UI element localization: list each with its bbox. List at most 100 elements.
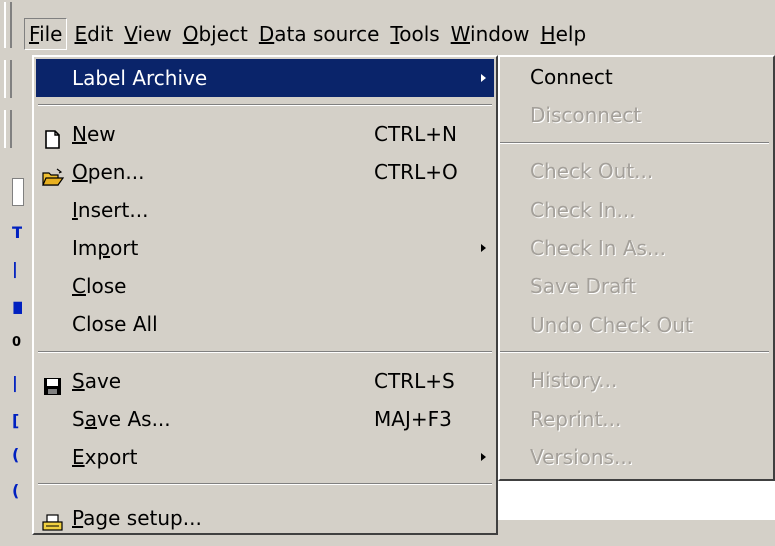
menu-item-label: Export — [72, 438, 137, 476]
mnemonic: T — [390, 22, 400, 46]
tool-icon[interactable]: | — [12, 372, 22, 394]
mnemonic: H — [540, 22, 556, 46]
shortcut-label: CTRL+N — [374, 122, 457, 146]
menu-window[interactable]: Window — [447, 19, 534, 49]
menu-tools[interactable]: Tools — [386, 19, 443, 49]
menu-help[interactable]: Help — [537, 19, 591, 49]
mnemonic: N — [72, 122, 87, 146]
submenu-item-undo-check-out: Undo Check Out — [530, 313, 693, 337]
submenu-item-save-draft: Save Draft — [530, 274, 636, 298]
save-disk-icon — [42, 371, 64, 395]
tool-icon[interactable] — [12, 178, 24, 206]
menu-label: ile — [39, 22, 63, 46]
menu-item-label: Save As... — [72, 400, 171, 438]
menu-item-import[interactable]: Import — [36, 229, 494, 267]
mnemonic: C — [72, 274, 86, 298]
mnemonic: F — [29, 22, 40, 46]
menu-separator — [38, 351, 492, 353]
submenu-item-connect[interactable]: Connect — [530, 59, 613, 95]
menu-item-page-setup[interactable]: Page setup... — [36, 499, 494, 537]
tool-icon[interactable]: ( — [12, 480, 22, 502]
label-text: pen... — [87, 160, 145, 184]
mnemonic: O — [72, 160, 88, 184]
menu-item-export[interactable]: Export — [36, 438, 494, 476]
menu-item-label: Save — [72, 362, 121, 400]
new-page-icon — [42, 124, 64, 149]
mnemonic: E — [74, 22, 88, 46]
tool-icon[interactable]: 0 — [12, 332, 22, 354]
document-canvas[interactable] — [498, 481, 775, 520]
mnemonic: D — [258, 22, 275, 46]
menu-item-label: Page setup... — [72, 499, 202, 537]
mnemonic: O — [182, 22, 199, 46]
page-setup-icon — [42, 508, 64, 531]
mnemonic: S — [72, 369, 85, 393]
shortcut-label: MAJ+F3 — [374, 407, 452, 431]
menu-item-label: Close All — [72, 312, 158, 336]
tool-icon[interactable]: T — [12, 222, 22, 244]
submenu-item-disconnect: Disconnect — [530, 103, 642, 127]
submenu-item-reprint: Reprint... — [530, 407, 622, 431]
menu-item-label: Insert... — [72, 191, 148, 229]
left-toolbar-strip: T | ■ 0 | [ ( ( — [0, 0, 36, 520]
menu-item-open[interactable]: Open... CTRL+O — [36, 153, 494, 191]
menu-item-label: New — [72, 115, 116, 153]
label-text: lose — [85, 274, 127, 298]
tool-icon[interactable]: ■ — [12, 296, 22, 318]
menu-object[interactable]: Object — [179, 19, 252, 49]
submenu-arrow-icon — [481, 453, 486, 461]
menu-item-label-archive[interactable]: Label Archive — [36, 59, 494, 97]
menu-item-label: Close — [72, 267, 127, 305]
menu-item-close[interactable]: Close — [36, 267, 494, 305]
file-menu: Label Archive New CTRL+N Open... CTRL+O … — [32, 55, 498, 535]
menu-item-label: Label Archive — [72, 66, 208, 90]
menu-item-label: Import — [72, 229, 138, 267]
menu-label: dit — [87, 22, 114, 46]
label-text: xport — [84, 445, 138, 469]
submenu-item-history: History... — [530, 368, 618, 392]
tool-icon[interactable]: | — [12, 258, 22, 280]
menu-separator — [500, 142, 769, 144]
menu-item-label: Open... — [72, 153, 145, 191]
open-folder-icon — [42, 162, 65, 186]
label-archive-submenu: Connect Disconnect Check Out... Check In… — [498, 55, 775, 481]
menu-label: indow — [470, 22, 530, 46]
menu-separator — [500, 351, 769, 353]
menu-label: ata source — [274, 22, 380, 46]
label-text: ave — [84, 369, 122, 393]
mnemonic: p — [97, 236, 111, 260]
menu-data-source[interactable]: Data source — [255, 19, 384, 49]
label-text: S — [72, 407, 85, 431]
menu-item-save-as[interactable]: Save As... MAJ+F3 — [36, 400, 494, 438]
menu-item-new[interactable]: New CTRL+N — [36, 115, 494, 153]
toolbar-grip[interactable] — [4, 60, 12, 98]
label-text: ew — [86, 122, 116, 146]
label-text: ve As... — [96, 407, 171, 431]
menu-separator — [38, 104, 492, 106]
submenu-item-check-in: Check In... — [530, 198, 636, 222]
tool-icon[interactable]: ( — [12, 444, 22, 466]
toolbar-grip[interactable] — [4, 2, 12, 48]
menu-label: bject — [198, 22, 248, 46]
submenu-item-check-in-as: Check In As... — [530, 236, 666, 260]
menu-view[interactable]: View — [120, 19, 175, 49]
mnemonic: V — [124, 22, 138, 46]
label-text: ort — [110, 236, 139, 260]
mnemonic: P — [72, 506, 84, 530]
menu-separator — [38, 483, 492, 485]
menu-label: ools — [399, 22, 440, 46]
menu-bar: File Edit View Object Data source Tools … — [24, 16, 593, 52]
menu-file[interactable]: File — [24, 18, 68, 50]
menu-edit[interactable]: Edit — [70, 19, 117, 49]
menu-label: iew — [137, 22, 172, 46]
label-text: Im — [72, 236, 98, 260]
menu-item-insert[interactable]: Insert... — [36, 191, 494, 229]
menu-item-close-all[interactable]: Close All — [36, 305, 494, 343]
submenu-arrow-icon — [481, 244, 486, 252]
submenu-item-versions: Versions... — [530, 445, 634, 469]
toolbar-grip[interactable] — [4, 110, 12, 148]
submenu-arrow-icon — [481, 74, 486, 82]
tool-icon[interactable]: [ — [12, 410, 22, 432]
mnemonic: W — [450, 22, 471, 46]
menu-item-save[interactable]: Save CTRL+S — [36, 362, 494, 400]
